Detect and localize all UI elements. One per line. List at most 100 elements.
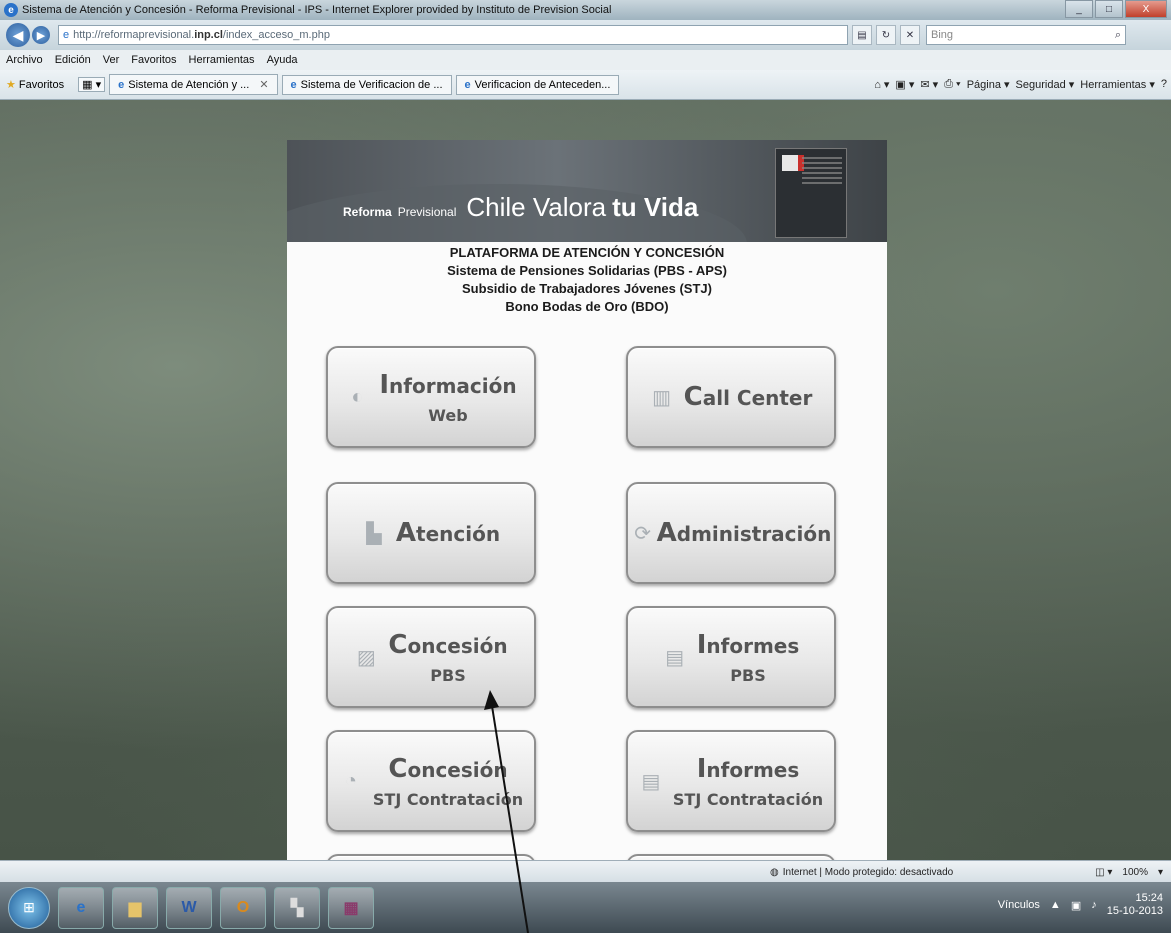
button-label: Concesión STJ Contratación: [372, 753, 524, 809]
network-icon[interactable]: ▣: [1071, 899, 1081, 912]
page-icon: e: [63, 29, 70, 41]
url-suffix: /index_acceso_m.php: [222, 29, 330, 41]
taskbar-paint-icon[interactable]: ▚: [274, 886, 320, 929]
concesion-pbs-button[interactable]: ▨ Concesión PBS: [326, 606, 536, 708]
taskbar-winrar-icon[interactable]: ▦: [328, 886, 374, 929]
report-icon: ▤: [641, 770, 661, 793]
ie-icon: e: [4, 3, 18, 17]
header-banner: Reforma Previsional Chile Valora tu Vida: [287, 140, 887, 242]
search-input[interactable]: Bing ⌕: [926, 25, 1126, 45]
protected-mode-icon[interactable]: ◫ ▾: [1095, 867, 1112, 878]
tab-label: Sistema de Atención y ...: [128, 78, 250, 91]
globe-icon: ◍: [770, 866, 779, 878]
feeds-icon[interactable]: ▣ ▾: [895, 78, 914, 91]
taskbar: ⊞ e ▆ W O ▚ ▦ Vínculos ▲ ▣ ♪ 15:24 15-10…: [0, 882, 1171, 933]
address-tools: ▤ ↻ ✕: [852, 25, 920, 45]
globe-icon: ◐: [351, 385, 364, 408]
tools-menu[interactable]: Herramientas ▾: [1080, 78, 1155, 91]
address-toolbar: ◀ ▶ e http://reformaprevisional. inp.cl/i…: [0, 20, 1171, 50]
tab-sistema-atencion[interactable]: e Sistema de Atención y ... ✕: [109, 74, 278, 95]
close-window-button[interactable]: X: [1125, 0, 1167, 18]
tab-label: Verificacion de Anteceden...: [474, 78, 611, 91]
button-label: Informes PBS: [696, 629, 800, 685]
page-menu[interactable]: Página ▾: [967, 78, 1010, 91]
security-zone[interactable]: ◍ Internet | Modo protegido: desactivado: [770, 867, 953, 878]
informes-pbs-button[interactable]: ▤ Informes PBS: [626, 606, 836, 708]
banner-reforma: Reforma: [343, 205, 392, 219]
links-label[interactable]: Vínculos: [998, 899, 1040, 911]
heading-pensiones: Sistema de Pensiones Solidarias (PBS - A…: [447, 263, 727, 278]
print-icon[interactable]: ⎙ ▾: [944, 78, 960, 91]
heading-bono: Bono Bodas de Oro (BDO): [505, 299, 669, 314]
informacion-web-button[interactable]: ◐ Información Web: [326, 346, 536, 448]
banner-chile-valora: Chile Valora: [466, 192, 607, 222]
zone-text: Internet | Modo protegido: desactivado: [782, 866, 954, 878]
button-label: Administración: [656, 518, 832, 548]
mail-icon[interactable]: ✉ ▾: [920, 78, 938, 91]
phone-icon: ▥: [652, 386, 672, 409]
call-center-button[interactable]: ▥ Call Center: [626, 346, 836, 448]
security-menu[interactable]: Seguridad ▾: [1016, 78, 1075, 91]
menu-ver[interactable]: Ver: [103, 54, 120, 66]
concesion-stj-button[interactable]: ◔ Concesión STJ Contratación: [326, 730, 536, 832]
menu-bar: Archivo Edición Ver Favoritos Herramient…: [0, 50, 1171, 70]
close-tab-icon[interactable]: ✕: [259, 78, 268, 91]
back-button[interactable]: ◀: [6, 23, 30, 47]
favorites-button[interactable]: Favoritos: [19, 79, 64, 91]
clock[interactable]: 15:24 15-10-2013: [1107, 892, 1163, 918]
start-button[interactable]: ⊞: [8, 886, 50, 929]
command-bar: ⌂ ▾ ▣ ▾ ✉ ▾ ⎙ ▾ Página ▾ Seguridad ▾ Her…: [874, 78, 1167, 91]
logo-text-lines: [802, 157, 842, 187]
window-title: Sistema de Atención y Concesión - Reform…: [22, 4, 612, 16]
tray-arrow-icon[interactable]: ▲: [1050, 899, 1061, 911]
minimize-button[interactable]: _: [1065, 0, 1093, 18]
banner-slogan: Reforma Previsional Chile Valora tu Vida: [343, 192, 698, 223]
gear-icon: ⟳: [634, 522, 651, 545]
menu-herramientas[interactable]: Herramientas: [189, 54, 255, 66]
heading-subsidio: Subsidio de Trabajadores Jóvenes (STJ): [462, 281, 712, 296]
volume-icon[interactable]: ♪: [1091, 899, 1097, 911]
flag-icon: [782, 155, 804, 171]
zoom-controls: ◫ ▾ 100% ▾: [1095, 867, 1163, 878]
quick-tabs-icon[interactable]: ▦ ▾: [78, 77, 106, 92]
status-bar: ◍ Internet | Modo protegido: desactivado…: [0, 860, 1171, 883]
zoom-dropdown-icon[interactable]: ▾: [1158, 867, 1163, 878]
url-prefix: http://reformaprevisional.: [73, 29, 195, 41]
menu-archivo[interactable]: Archivo: [6, 54, 43, 66]
menu-edicion[interactable]: Edición: [55, 54, 91, 66]
taskbar-folder-icon[interactable]: ▆: [112, 886, 158, 929]
heading-plataforma: PLATAFORMA DE ATENCIÓN Y CONCESIÓN: [449, 245, 725, 260]
taskbar-outlook-icon[interactable]: O: [220, 886, 266, 929]
forward-button[interactable]: ▶: [32, 26, 50, 44]
compat-view-icon[interactable]: ▤: [852, 25, 872, 45]
stop-icon[interactable]: ✕: [900, 25, 920, 45]
url-domain: inp.cl: [194, 29, 223, 41]
refresh-icon[interactable]: ↻: [876, 25, 896, 45]
page-headings: PLATAFORMA DE ATENCIÓN Y CONCESIÓN Siste…: [287, 244, 887, 316]
tab-sistema-verificacion[interactable]: e Sistema de Verificacion de ...: [281, 74, 452, 95]
atencion-button[interactable]: ▙ Atención: [326, 482, 536, 584]
button-label: Información Web: [379, 369, 517, 425]
desk-icon: ▙: [366, 522, 382, 545]
home-icon[interactable]: ⌂ ▾: [874, 78, 889, 91]
menu-favoritos[interactable]: Favoritos: [131, 54, 176, 66]
taskbar-ie-icon[interactable]: e: [58, 886, 104, 929]
favorites-bar: ★ Favoritos ▦ ▾ e Sistema de Atención y …: [0, 70, 1171, 100]
document-icon: ◔: [344, 769, 357, 792]
search-placeholder: Bing: [931, 29, 954, 41]
search-icon[interactable]: ⌕: [1115, 29, 1121, 42]
button-label: Informes STJ Contratación: [672, 753, 824, 809]
clock-date: 15-10-2013: [1106, 905, 1163, 917]
address-input[interactable]: e http://reformaprevisional. inp.cl/index…: [58, 25, 848, 45]
tab-verificacion-antecedentes[interactable]: e Verificacion de Anteceden...: [455, 74, 620, 95]
clock-time: 15:24: [1135, 892, 1163, 904]
administracion-button[interactable]: ⟳ Administración: [626, 482, 836, 584]
menu-ayuda[interactable]: Ayuda: [267, 54, 298, 66]
informes-stj-button[interactable]: ▤ Informes STJ Contratación: [626, 730, 836, 832]
window-title-bar: e Sistema de Atención y Concesión - Refo…: [0, 0, 1171, 20]
help-icon[interactable]: ?: [1161, 78, 1167, 91]
ie-icon: e: [118, 78, 125, 91]
taskbar-word-icon[interactable]: W: [166, 886, 212, 929]
maximize-button[interactable]: □: [1095, 0, 1123, 18]
zoom-level[interactable]: 100%: [1122, 867, 1148, 878]
